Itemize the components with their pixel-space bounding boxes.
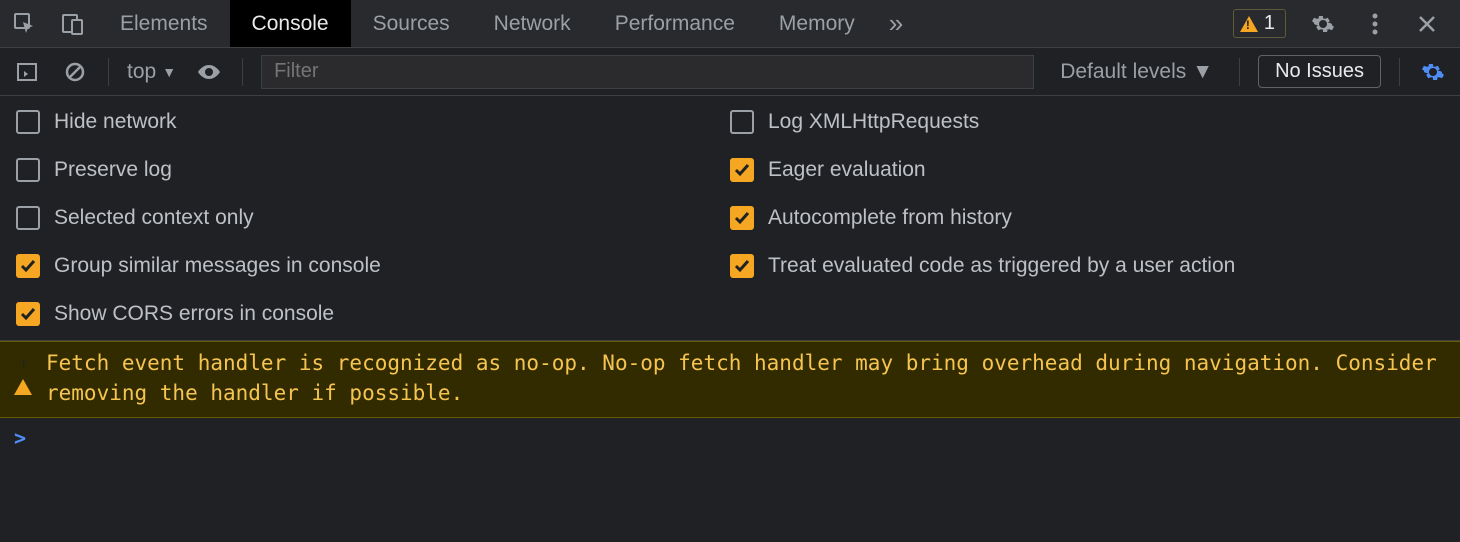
- console-prompt[interactable]: >: [0, 418, 1460, 458]
- settings-grid: Hide network Log XMLHttpRequests Preserve …: [16, 110, 1444, 326]
- context-dropdown[interactable]: top ▼: [127, 60, 176, 84]
- setting-label: Hide network: [54, 110, 177, 134]
- setting-label: Show CORS errors in console: [54, 302, 334, 326]
- tab-elements[interactable]: Elements: [98, 0, 230, 47]
- warning-icon: [14, 352, 32, 382]
- setting-label: Eager evaluation: [768, 158, 926, 182]
- setting-preserve-log[interactable]: Preserve log: [16, 158, 730, 182]
- devtools-tabs: Elements Console Sources Network Perform…: [98, 0, 915, 47]
- checkbox[interactable]: [16, 254, 40, 278]
- console-warning-message: Fetch event handler is recognized as no-…: [0, 341, 1460, 418]
- tab-label: Network: [494, 12, 571, 36]
- setting-label: Group similar messages in console: [54, 254, 381, 278]
- devtools-tab-bar: Elements Console Sources Network Perform…: [0, 0, 1460, 48]
- checkbox[interactable]: [730, 110, 754, 134]
- tab-label: Sources: [373, 12, 450, 36]
- checkbox[interactable]: [16, 302, 40, 326]
- dropdown-arrow-icon: ▼: [1192, 60, 1213, 84]
- setting-label: Treat evaluated code as triggered by a u…: [768, 254, 1235, 278]
- setting-label: Preserve log: [54, 158, 172, 182]
- checkbox[interactable]: [16, 158, 40, 182]
- warnings-badge[interactable]: 1: [1233, 9, 1286, 38]
- setting-label: Selected context only: [54, 206, 254, 230]
- setting-group-similar-messages-in-console[interactable]: Group similar messages in console: [16, 254, 730, 278]
- close-icon[interactable]: [1412, 9, 1442, 39]
- setting-eager-evaluation[interactable]: Eager evaluation: [730, 158, 1444, 182]
- separator: [242, 58, 243, 86]
- separator: [1239, 58, 1240, 86]
- inspect-element-icon[interactable]: [10, 9, 40, 39]
- tab-bar-right: 1: [1233, 9, 1460, 39]
- eye-icon[interactable]: [194, 57, 224, 87]
- tab-sources[interactable]: Sources: [351, 0, 472, 47]
- tab-label: Memory: [779, 12, 855, 36]
- setting-hide-network[interactable]: Hide network: [16, 110, 730, 134]
- console-toolbar: top ▼ Default levels ▼ No Issues: [0, 48, 1460, 96]
- filter-input[interactable]: [261, 55, 1034, 89]
- checkbox[interactable]: [730, 158, 754, 182]
- console-settings-gear-icon[interactable]: [1418, 57, 1448, 87]
- warning-text: Fetch event handler is recognized as no-…: [46, 348, 1446, 409]
- setting-label: Log XMLHttpRequests: [768, 110, 979, 134]
- console-settings-panel: Hide network Log XMLHttpRequests Preserve …: [0, 96, 1460, 341]
- setting-show-cors-errors-in-console[interactable]: Show CORS errors in console: [16, 302, 730, 326]
- warning-icon: [1240, 16, 1258, 32]
- checkbox[interactable]: [16, 110, 40, 134]
- tab-network[interactable]: Network: [472, 0, 593, 47]
- console-sidebar-toggle-icon[interactable]: [12, 57, 42, 87]
- tab-console[interactable]: Console: [230, 0, 351, 47]
- setting-treat-evaluated-code-as-triggered-by-a-user-action[interactable]: Treat evaluated code as triggered by a u…: [730, 254, 1444, 278]
- levels-label: Default levels: [1060, 60, 1186, 84]
- issues-label: No Issues: [1275, 60, 1364, 82]
- tab-memory[interactable]: Memory: [757, 0, 877, 47]
- clear-console-icon[interactable]: [60, 57, 90, 87]
- setting-selected-context-only[interactable]: Selected context only: [16, 206, 730, 230]
- checkbox[interactable]: [730, 206, 754, 230]
- prompt-caret: >: [14, 426, 26, 450]
- context-label: top: [127, 60, 156, 84]
- tab-performance[interactable]: Performance: [593, 0, 757, 47]
- dropdown-arrow-icon: ▼: [162, 64, 176, 80]
- more-tabs-button[interactable]: »: [877, 0, 915, 47]
- tab-label: Elements: [120, 12, 208, 36]
- tab-bar-left-icons: [0, 9, 98, 39]
- setting-log-xmlhttprequests[interactable]: Log XMLHttpRequests: [730, 110, 1444, 134]
- gear-icon[interactable]: [1308, 9, 1338, 39]
- kebab-menu-icon[interactable]: [1360, 9, 1390, 39]
- setting-autocomplete-from-history[interactable]: Autocomplete from history: [730, 206, 1444, 230]
- log-levels-dropdown[interactable]: Default levels ▼: [1052, 60, 1221, 84]
- setting-label: Autocomplete from history: [768, 206, 1012, 230]
- device-toolbar-icon[interactable]: [58, 9, 88, 39]
- checkbox[interactable]: [16, 206, 40, 230]
- warning-count: 1: [1264, 12, 1275, 35]
- separator: [1399, 58, 1400, 86]
- checkbox[interactable]: [730, 254, 754, 278]
- separator: [108, 58, 109, 86]
- tab-label: Performance: [615, 12, 735, 36]
- tab-label: Console: [252, 12, 329, 36]
- issues-button[interactable]: No Issues: [1258, 55, 1381, 88]
